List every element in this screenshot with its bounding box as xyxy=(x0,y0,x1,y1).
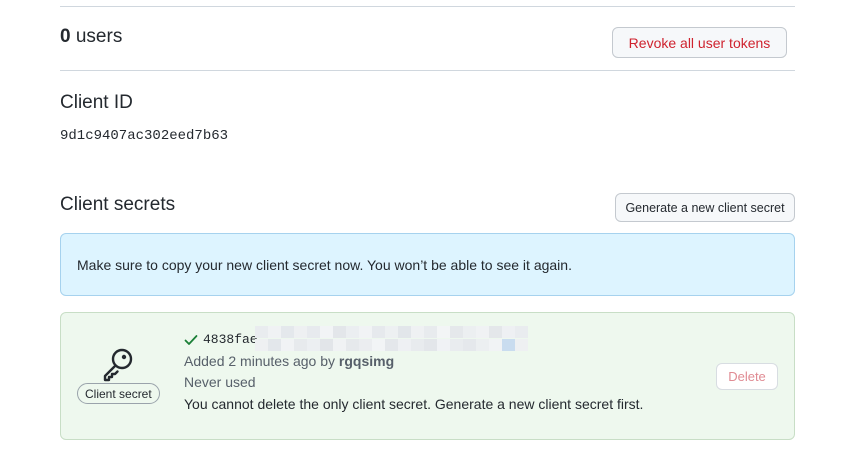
secret-delete-note: You cannot delete the only client secret… xyxy=(184,396,644,412)
revoke-all-user-tokens-button[interactable]: Revoke all user tokens xyxy=(612,27,787,58)
users-count-number: 0 xyxy=(60,26,71,47)
client-secrets-heading: Client secrets xyxy=(60,194,176,215)
users-count: 0 users xyxy=(60,26,122,48)
client-id-heading: Client ID xyxy=(60,92,133,113)
client-secret-label: Client secret xyxy=(77,383,160,404)
secret-added-text: Added 2 minutes ago by xyxy=(184,353,335,369)
section-divider xyxy=(60,70,795,71)
client-secret-value: 4838fae xyxy=(203,332,258,347)
flash-message: Make sure to copy your new client secret… xyxy=(77,256,572,273)
delete-secret-button[interactable]: Delete xyxy=(716,363,778,390)
secret-added-info: Added 2 minutes ago by rgqsimg xyxy=(184,353,394,369)
copy-secret-flash: Make sure to copy your new client secret… xyxy=(60,233,795,296)
secret-added-by-user: rgqsimg xyxy=(338,353,395,369)
secret-usage-status: Never used xyxy=(184,374,256,390)
top-divider xyxy=(60,6,795,7)
redacted-secret-mosaic xyxy=(255,326,537,351)
key-icon xyxy=(103,348,133,382)
users-count-label: users xyxy=(75,26,123,47)
generate-new-client-secret-button[interactable]: Generate a new client secret xyxy=(615,193,795,222)
check-icon xyxy=(184,335,198,345)
client-id-value: 9d1c9407ac302eed7b63 xyxy=(60,128,229,144)
